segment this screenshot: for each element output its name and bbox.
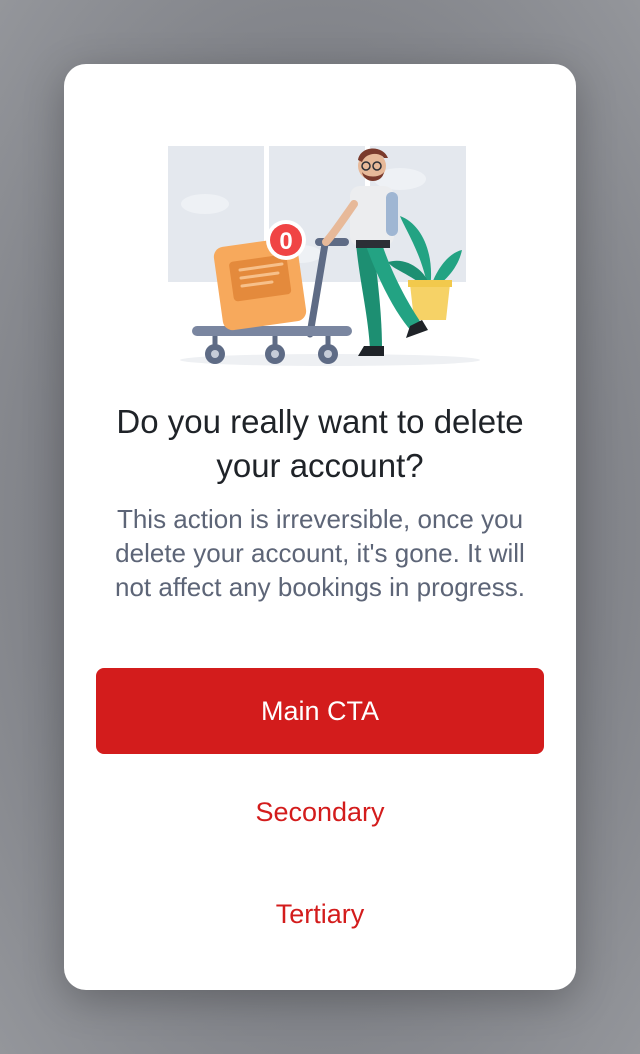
tertiary-button[interactable]: Tertiary xyxy=(96,884,544,944)
notification-badge: 0 xyxy=(266,220,306,260)
dialog-description: This action is irreversible, once you de… xyxy=(115,504,525,602)
secondary-button[interactable]: Secondary xyxy=(96,782,544,842)
badge-count: 0 xyxy=(279,228,292,255)
traveler-with-luggage-cart-illustration: 0 xyxy=(168,146,480,366)
main-cta-button[interactable]: Main CTA xyxy=(96,668,544,754)
dialog-title: Do you really want to delete your accoun… xyxy=(116,403,524,484)
delete-account-dialog: 0 Do you really want to delete your acco… xyxy=(64,64,576,990)
